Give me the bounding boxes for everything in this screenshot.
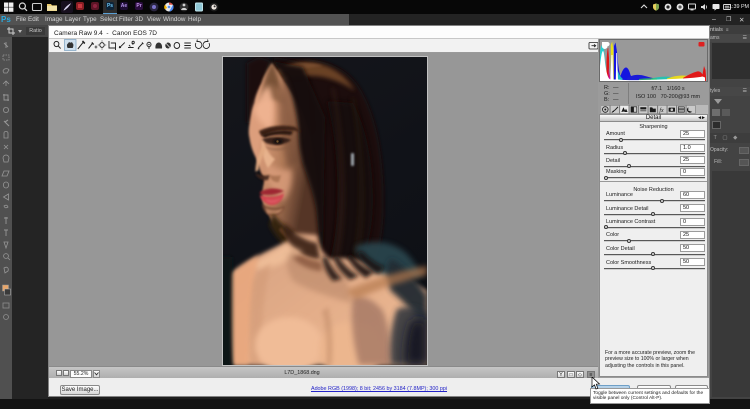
svg-text:fx: fx xyxy=(659,107,664,114)
